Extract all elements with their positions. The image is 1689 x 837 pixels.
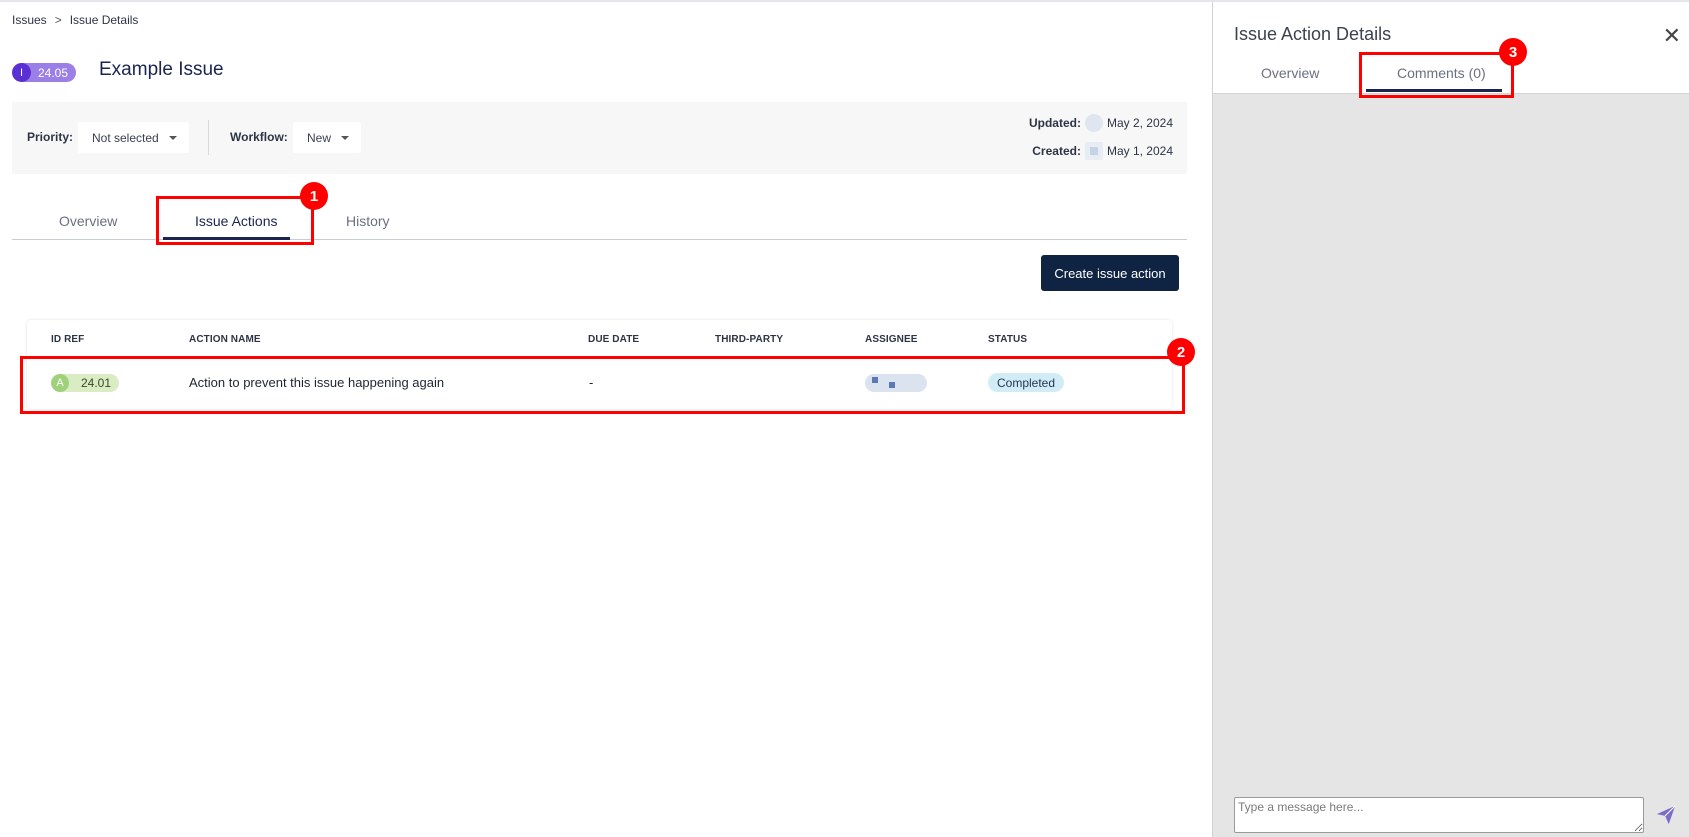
issue-badge-letter: I [12,63,31,82]
column-header-due-date: DUE DATE [588,334,640,345]
issue-meta-bar: Priority: Not selected Workflow: New Upd… [12,102,1187,174]
meta-divider [208,120,209,155]
create-issue-action-button[interactable]: Create issue action [1041,255,1179,291]
issue-id-badge: I 24.05 [12,63,77,82]
caret-down-icon [341,135,350,140]
paper-plane-icon[interactable] [1655,804,1677,826]
caret-down-icon [168,135,177,140]
column-header-status: STATUS [988,334,1028,345]
priority-value: Not selected [92,130,159,145]
page-title: Example Issue [99,59,224,80]
breadcrumb-separator: > [54,13,62,27]
tab-history[interactable]: History [346,213,390,229]
annotation-box-1 [156,196,314,245]
updated-info: Updated: May 2, 2024 [1029,114,1173,132]
updated-by-avatar [1084,114,1103,132]
workflow-dropdown[interactable]: New [293,122,362,153]
side-tab-overview[interactable]: Overview [1261,65,1319,81]
priority-dropdown[interactable]: Not selected [78,122,189,153]
breadcrumb: Issues > Issue Details [12,13,138,27]
tab-overview[interactable]: Overview [59,213,117,229]
workflow-value: New [307,130,332,145]
column-header-action-name: ACTION NAME [189,334,261,345]
created-by-avatar [1084,142,1103,160]
column-header-assignee: ASSIGNEE [865,334,918,345]
annotation-box-3 [1359,52,1514,98]
column-header-third-party: THIRD-PARTY [715,334,784,345]
comment-message-input[interactable] [1234,797,1644,833]
annotation-marker-3: 3 [1499,38,1527,66]
issue-details-pane: Issues > Issue Details I 24.05 Example I… [0,0,1212,837]
breadcrumb-current: Issue Details [69,13,139,27]
annotation-marker-2: 2 [1167,338,1195,366]
close-icon[interactable]: ✕ [1663,25,1681,47]
workflow-label: Workflow: [230,130,288,144]
updated-label: Updated: [1028,116,1081,130]
annotation-marker-1: 1 [300,182,328,210]
column-header-id-ref: ID REF [51,334,85,345]
priority-label: Priority: [27,130,74,144]
issue-action-details-panel: Issue Action Details ✕ Overview Comments… [1212,2,1689,837]
created-label: Created: [1032,144,1081,158]
updated-date: May 2, 2024 [1106,116,1173,130]
side-panel-title: Issue Action Details [1234,24,1392,44]
created-date: May 1, 2024 [1106,144,1173,158]
created-info: Created: May 1, 2024 [1032,142,1173,160]
breadcrumb-issues-link[interactable]: Issues [12,13,47,27]
issue-badge-number: 24.05 [38,65,69,80]
annotation-box-2 [20,356,1185,414]
